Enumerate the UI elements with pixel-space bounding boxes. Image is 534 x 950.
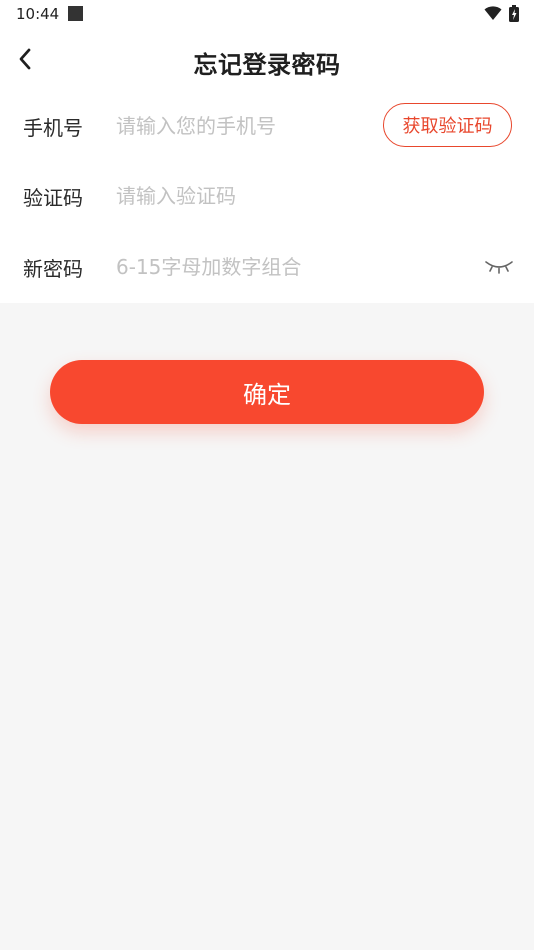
password-label: 新密码 (23, 257, 83, 281)
password-input[interactable] (116, 249, 466, 285)
page-title: 忘记登录密码 (193, 51, 341, 79)
notification-icon (68, 6, 83, 21)
status-time: 10:44 (16, 5, 60, 23)
header: 忘记登录密码 (0, 28, 534, 94)
battery-charging-icon (509, 5, 519, 26)
screen: 10:44 忘记登录密码 手机号 获取验证码 验证码 (0, 0, 534, 950)
wifi-icon (484, 5, 502, 25)
password-row: 新密码 (0, 235, 534, 299)
phone-input[interactable] (116, 108, 366, 144)
code-row: 验证码 (0, 164, 534, 228)
phone-row: 手机号 获取验证码 (0, 94, 534, 158)
phone-label: 手机号 (23, 116, 83, 140)
status-bar: 10:44 (0, 0, 534, 28)
code-label: 验证码 (23, 186, 83, 210)
eye-closed-icon[interactable] (484, 257, 514, 277)
reset-password-form: 手机号 获取验证码 验证码 新密码 (0, 94, 534, 303)
code-input[interactable] (116, 178, 466, 214)
get-code-button[interactable]: 获取验证码 (383, 103, 512, 147)
confirm-button[interactable]: 确定 (50, 360, 484, 424)
